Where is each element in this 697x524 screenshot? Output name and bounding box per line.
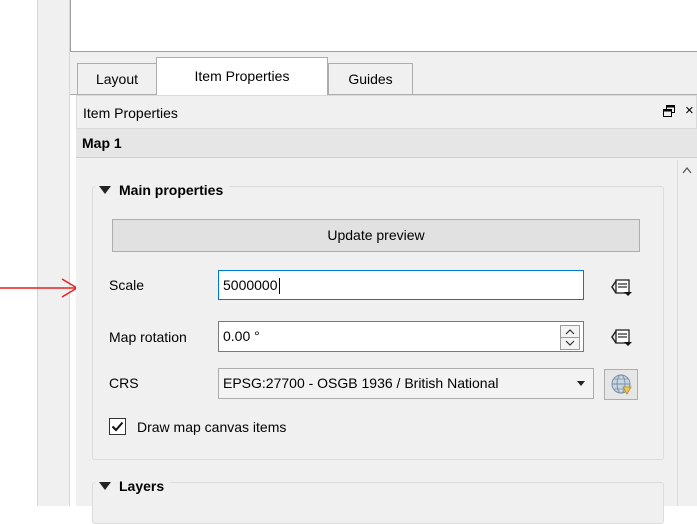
vertical-scrollbar[interactable] [677, 160, 697, 506]
crs-select[interactable]: EPSG:27700 - OSGB 1936 / British Nationa… [218, 368, 594, 399]
layers-header[interactable]: Layers [95, 477, 171, 495]
main-properties-header[interactable]: Main properties [95, 181, 230, 199]
scale-value: 5000000 [223, 277, 278, 293]
data-defined-override-icon[interactable] [609, 277, 633, 297]
scale-label: Scale [109, 277, 145, 293]
scale-input[interactable]: 5000000 [218, 270, 584, 300]
layout-canvas-area [70, 0, 697, 52]
float-window-icon[interactable] [663, 105, 675, 117]
scroll-up-icon[interactable] [682, 166, 692, 174]
data-defined-override-icon[interactable] [609, 327, 633, 347]
dock-title: Item Properties [83, 105, 178, 121]
map-rotation-input[interactable]: 0.00 ° [218, 321, 584, 352]
left-gutter [0, 0, 37, 506]
main-properties-title: Main properties [119, 182, 224, 198]
crs-label: CRS [109, 375, 139, 391]
item-title: Map 1 [82, 135, 122, 151]
draw-map-canvas-items-checkbox[interactable] [109, 418, 126, 435]
map-rotation-value: 0.00 ° [223, 328, 260, 344]
draw-map-canvas-items-label[interactable]: Draw map canvas items [137, 418, 286, 436]
map-rotation-label: Map rotation [109, 329, 187, 345]
collapse-triangle-icon[interactable] [99, 186, 111, 195]
collapse-triangle-icon[interactable] [99, 482, 111, 491]
layers-group [92, 482, 664, 524]
dock-header: Item Properties × [76, 95, 697, 129]
panel-splitter[interactable] [37, 0, 70, 506]
layers-title: Layers [119, 478, 165, 494]
close-icon[interactable]: × [685, 103, 694, 118]
tab-item-properties[interactable]: Item Properties [156, 57, 328, 95]
tab-layout[interactable]: Layout [77, 63, 157, 95]
update-preview-button[interactable]: Update preview [112, 219, 640, 252]
crs-value: EPSG:27700 - OSGB 1936 / British Nationa… [223, 375, 499, 391]
globe-icon [611, 374, 632, 395]
text-cursor [278, 278, 280, 295]
annotation-arrow-icon [0, 278, 79, 298]
crs-selector-button[interactable] [604, 369, 638, 400]
checkmark-icon [111, 421, 124, 432]
dropdown-arrow-icon[interactable] [577, 381, 585, 386]
tab-guides[interactable]: Guides [328, 63, 413, 95]
item-header: Map 1 [76, 129, 697, 158]
spinner-arrows-icon[interactable] [560, 325, 580, 350]
